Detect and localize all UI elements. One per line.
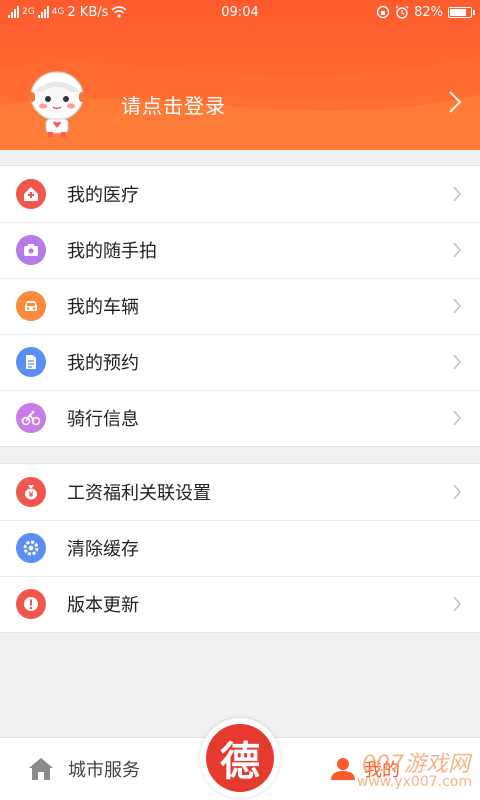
- menu-item-medical[interactable]: 我的医疗: [0, 166, 480, 222]
- menu-group-personal: 我的医疗 我的随手拍 我的车辆 我的预约 骑行信息: [0, 165, 480, 447]
- menu-item-label: 工资福利关联设置: [67, 483, 211, 504]
- document-icon: [16, 347, 46, 377]
- chevron-right-icon[interactable]: [448, 90, 462, 114]
- chevron-right-icon: [453, 186, 462, 202]
- menu-item-cycling[interactable]: 骑行信息: [0, 390, 480, 446]
- gear-icon: [16, 533, 46, 563]
- money-bag-icon: [16, 477, 46, 507]
- watermark-url: www.yx007.com: [356, 774, 472, 790]
- network-speed: 2 KB/s: [67, 4, 109, 20]
- menu-item-label: 我的随手拍: [67, 241, 157, 262]
- menu-item-label: 我的预约: [67, 353, 139, 374]
- car-icon: [16, 291, 46, 321]
- menu-item-label: 版本更新: [67, 595, 139, 616]
- status-time: 09:04: [221, 4, 259, 20]
- status-bar: 2G 4G 2 KB/s 09:04 82%: [0, 0, 480, 24]
- person-icon: [331, 758, 355, 780]
- network-type-1: 2G: [22, 7, 35, 17]
- menu-group-settings: 工资福利关联设置 清除缓存 版本更新: [0, 463, 480, 633]
- menu-item-version-update[interactable]: 版本更新: [0, 576, 480, 632]
- avatar[interactable]: [24, 66, 90, 138]
- alert-icon: [16, 589, 46, 619]
- center-home-button[interactable]: 德: [200, 718, 280, 798]
- rotation-lock-icon: [376, 5, 390, 19]
- menu-item-appointments[interactable]: 我的预约: [0, 334, 480, 390]
- center-logo: 德: [206, 724, 274, 792]
- wifi-icon: [111, 6, 127, 18]
- menu-item-salary-settings[interactable]: 工资福利关联设置: [0, 464, 480, 520]
- alarm-icon: [395, 5, 409, 19]
- medical-house-icon: [16, 179, 46, 209]
- chevron-right-icon: [453, 298, 462, 314]
- menu-item-snapshot[interactable]: 我的随手拍: [0, 222, 480, 278]
- login-prompt[interactable]: 请点击登录: [121, 90, 226, 119]
- camera-icon: [16, 235, 46, 265]
- chevron-right-icon: [453, 354, 462, 370]
- battery-icon: [448, 6, 475, 18]
- home-icon: [29, 758, 53, 780]
- menu-item-label: 清除缓存: [67, 539, 139, 560]
- menu-item-vehicles[interactable]: 我的车辆: [0, 278, 480, 334]
- menu-item-label: 我的车辆: [67, 297, 139, 318]
- profile-header: 2G 4G 2 KB/s 09:04 82% 请点击登录: [0, 0, 480, 150]
- signal-icon-2: [37, 6, 49, 18]
- bicycle-icon: [16, 403, 46, 433]
- chevron-right-icon: [453, 410, 462, 426]
- menu-item-clear-cache[interactable]: 清除缓存: [0, 520, 480, 576]
- menu-item-label: 我的医疗: [67, 185, 139, 206]
- tab-label: 城市服务: [68, 760, 140, 781]
- chevron-right-icon: [453, 596, 462, 612]
- tab-city-services[interactable]: 城市服务: [28, 756, 140, 782]
- network-type-2: 4G: [51, 7, 65, 17]
- battery-percent: 82%: [414, 4, 443, 20]
- menu-item-label: 骑行信息: [67, 409, 139, 430]
- chevron-right-icon: [453, 242, 462, 258]
- signal-icon: [8, 6, 19, 18]
- chevron-right-icon: [453, 484, 462, 500]
